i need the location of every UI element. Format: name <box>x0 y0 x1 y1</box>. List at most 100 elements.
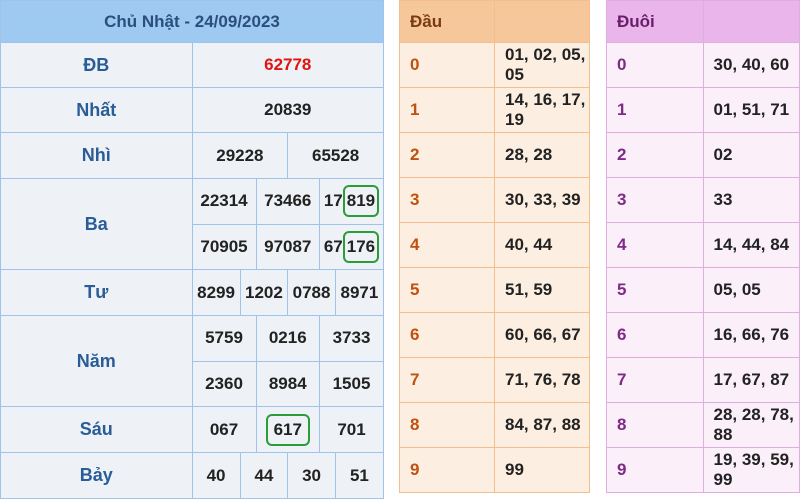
tail-digit-values: 17, 67, 87 <box>702 357 800 403</box>
tail-digit-key: 4 <box>606 222 704 268</box>
tail-digit-values: 16, 66, 76 <box>702 312 800 358</box>
prize-results-table: Chủ Nhật - 24/09/2023 ĐB 62778 Nhất 2083… <box>0 0 384 499</box>
fifth-prize-value: 3733 <box>319 316 383 362</box>
fourth-prize-value: 8299 <box>197 282 235 302</box>
number-prefix: 17 <box>323 191 343 211</box>
prize-label-tu: Tư <box>0 269 193 316</box>
tail-digit-values: 30, 40, 60 <box>702 42 800 88</box>
head-digit-key: 6 <box>399 312 495 358</box>
highlight-circle: 617 <box>265 413 310 446</box>
fourth-prize-value: 1202 <box>239 270 288 315</box>
tail-digit-row: 5 05, 05 <box>606 267 800 313</box>
third-prize-value: 97087 <box>255 224 320 269</box>
head-digit-key: 9 <box>399 447 495 493</box>
tail-digit-key: 5 <box>606 267 704 313</box>
seventh-prize-value: 51 <box>334 453 383 498</box>
head-digit-values: 40, 44 <box>494 222 590 268</box>
tail-digit-row: 2 02 <box>606 132 800 178</box>
tail-digit-key: 0 <box>606 42 704 88</box>
tail-digit-values: 01, 51, 71 <box>702 87 800 133</box>
head-digit-header: Đầu <box>399 0 495 43</box>
head-digit-key: 1 <box>399 87 495 133</box>
third-prize-value-highlighted: 17 819 <box>319 179 383 225</box>
tail-digit-key: 1 <box>606 87 704 133</box>
fourth-prize-value: 8971 <box>334 270 383 315</box>
fifth-prize-value: 5759 <box>192 316 256 362</box>
tail-digit-row: 1 01, 51, 71 <box>606 87 800 133</box>
sixth-prize-value: 067 <box>209 419 239 439</box>
fifth-prize-value: 0216 <box>255 316 320 362</box>
head-digit-values: 99 <box>494 447 590 493</box>
tail-digit-header-blank <box>702 0 800 43</box>
tail-digit-row: 4 14, 44, 84 <box>606 222 800 268</box>
head-digit-key: 3 <box>399 177 495 223</box>
tail-digit-values: 02 <box>702 132 800 178</box>
number-prefix: 67 <box>323 236 343 256</box>
head-digit-values: 51, 59 <box>494 267 590 313</box>
tail-digit-key: 9 <box>606 447 704 493</box>
tail-digit-key: 8 <box>606 402 704 448</box>
prize-row-nhat: Nhất 20839 <box>0 87 384 133</box>
tail-digit-key: 2 <box>606 132 704 178</box>
highlight-circle: 819 <box>342 185 380 218</box>
tail-digit-row: 6 16, 66, 76 <box>606 312 800 358</box>
head-digit-row: 4 40, 44 <box>399 222 590 268</box>
head-digit-row: 6 60, 66, 67 <box>399 312 590 358</box>
head-digit-values: 30, 33, 39 <box>494 177 590 223</box>
tail-digit-values: 05, 05 <box>702 267 800 313</box>
tail-digit-key: 6 <box>606 312 704 358</box>
head-digit-values: 71, 76, 78 <box>494 357 590 403</box>
second-prize-value: 65528 <box>287 133 383 178</box>
prize-label-db: ĐB <box>0 42 193 88</box>
head-digit-values: 84, 87, 88 <box>494 402 590 448</box>
tail-digit-row: 7 17, 67, 87 <box>606 357 800 403</box>
head-digit-row: 1 14, 16, 17, 19 <box>399 87 590 133</box>
head-digit-key: 0 <box>399 42 495 88</box>
head-digit-table: Đầu 0 01, 02, 05, 05 1 14, 16, 17, 19 2 28,… <box>399 0 590 493</box>
third-prize-value: 73466 <box>255 179 320 225</box>
sixth-prize-value-highlighted: 617 <box>255 407 320 452</box>
tail-digit-values: 28, 28, 78, 88 <box>702 402 800 448</box>
fourth-prize-value: 0788 <box>287 270 336 315</box>
prize-row-tu: Tư 8299 1202 0788 8971 <box>0 269 384 316</box>
head-digit-key: 8 <box>399 402 495 448</box>
head-digit-row: 3 30, 33, 39 <box>399 177 590 223</box>
head-digit-key: 7 <box>399 357 495 403</box>
head-digit-values: 60, 66, 67 <box>494 312 590 358</box>
tail-digit-values: 19, 39, 59, 99 <box>702 447 800 493</box>
date-header: Chủ Nhật - 24/09/2023 <box>0 0 384 43</box>
prize-row-bay: Bảy 40 44 30 51 <box>0 452 384 499</box>
head-digit-values: 14, 16, 17, 19 <box>494 87 590 133</box>
prize-row-nhi: Nhì 29228 65528 <box>0 132 384 179</box>
third-prize-value: 70905 <box>200 236 248 256</box>
tail-digit-header: Đuôi <box>606 0 704 43</box>
prize-label-nam: Năm <box>0 315 193 407</box>
prize-row-ba: Ba 22314 73466 17 819 70905 97087 67 176 <box>0 178 384 270</box>
head-digit-values: 28, 28 <box>494 132 590 178</box>
seventh-prize-value: 40 <box>206 465 226 485</box>
head-digit-key: 2 <box>399 132 495 178</box>
head-digit-values: 01, 02, 05, 05 <box>494 42 590 88</box>
fifth-prize-value: 1505 <box>319 361 383 406</box>
special-prize-value: 62778 <box>191 42 384 88</box>
head-digit-row: 2 28, 28 <box>399 132 590 178</box>
fifth-prize-value: 2360 <box>205 373 243 393</box>
prize-label-nhat: Nhất <box>0 87 193 133</box>
prize-row-db: ĐB 62778 <box>0 42 384 88</box>
fifth-prize-value: 8984 <box>255 361 320 406</box>
tail-digit-table: Đuôi 0 30, 40, 60 1 01, 51, 71 2 02 3 33 4 14… <box>606 0 800 493</box>
second-prize-value: 29228 <box>216 145 264 165</box>
highlight-circle: 176 <box>342 230 380 263</box>
seventh-prize-value: 44 <box>239 453 288 498</box>
prize-label-nhi: Nhì <box>0 132 193 179</box>
tail-digit-row: 0 30, 40, 60 <box>606 42 800 88</box>
head-digit-row: 5 51, 59 <box>399 267 590 313</box>
prize-row-nam: Năm 5759 0216 3733 2360 8984 1505 <box>0 315 384 407</box>
third-prize-value: 22314 <box>192 179 256 225</box>
head-digit-row: 8 84, 87, 88 <box>399 402 590 448</box>
head-digit-row: 0 01, 02, 05, 05 <box>399 42 590 88</box>
prize-label-bay: Bảy <box>0 452 193 499</box>
prize-label-ba: Ba <box>0 178 193 270</box>
tail-digit-row: 3 33 <box>606 177 800 223</box>
tail-digit-key: 3 <box>606 177 704 223</box>
